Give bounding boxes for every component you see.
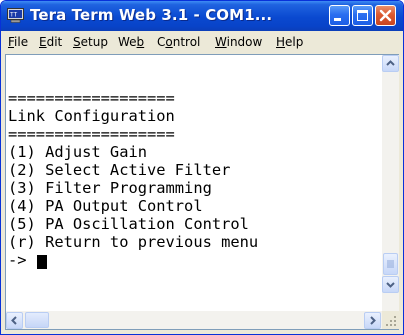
scroll-down-button[interactable] [382, 276, 399, 293]
terminal-client-area: ================== Link Configuration ==… [5, 54, 399, 330]
menu-bar: File Edit Setup Web Control Window Help [1, 31, 403, 53]
minimize-icon [334, 18, 341, 21]
tera-term-app-icon[interactable]: TT [7, 8, 24, 23]
resize-grip-icon [386, 316, 396, 326]
terminal-cursor [37, 255, 47, 269]
horizontal-scroll-thumb[interactable] [25, 312, 49, 328]
window-title: Tera Term Web 3.1 - COM1... [30, 6, 273, 24]
resize-grip[interactable] [382, 311, 399, 329]
maximize-button[interactable] [352, 5, 373, 26]
maximize-icon [357, 10, 368, 21]
terminal-line: Link Configuration [8, 107, 175, 125]
minimize-button[interactable] [329, 5, 350, 26]
title-bar[interactable]: TT Tera Term Web 3.1 - COM1... [1, 1, 403, 31]
terminal-line: (3) Filter Programming [8, 179, 212, 197]
horizontal-scrollbar[interactable] [6, 311, 382, 329]
arrow-left-icon [11, 316, 17, 325]
terminal-prompt: -> [8, 251, 27, 269]
terminal-line: ================== [8, 125, 175, 143]
menu-web[interactable]: Web [118, 35, 144, 49]
menu-help[interactable]: Help [276, 35, 303, 49]
arrow-right-icon [370, 316, 376, 325]
vertical-scroll-thumb[interactable] [383, 253, 398, 275]
close-icon [379, 9, 392, 22]
arrow-down-icon [386, 282, 395, 288]
menu-setup[interactable]: Setup [73, 35, 108, 49]
terminal-line: (5) PA Oscillation Control [8, 215, 249, 233]
svg-text:TT: TT [10, 12, 18, 19]
close-button[interactable] [375, 5, 396, 26]
tera-term-window: TT Tera Term Web 3.1 - COM1... File Edit… [0, 0, 404, 335]
scroll-right-button[interactable] [364, 312, 381, 329]
terminal-line: (r) Return to previous menu [8, 233, 259, 251]
menu-edit[interactable]: Edit [39, 35, 62, 49]
terminal-line: (4) PA Output Control [8, 197, 203, 215]
terminal-line: (2) Select Active Filter [8, 161, 231, 179]
menu-window[interactable]: Window [215, 35, 262, 49]
menu-control[interactable]: Control [157, 35, 200, 49]
terminal-line: (1) Adjust Gain [8, 143, 147, 161]
menu-file[interactable]: File [8, 35, 28, 49]
thumb-grip-icon [387, 260, 394, 268]
arrow-up-icon [386, 60, 395, 66]
terminal-line: ================== [8, 89, 175, 107]
scroll-left-button[interactable] [6, 312, 23, 329]
terminal-screen[interactable]: ================== Link Configuration ==… [6, 55, 382, 311]
scroll-up-button[interactable] [382, 55, 399, 72]
vertical-scrollbar[interactable] [382, 55, 399, 311]
